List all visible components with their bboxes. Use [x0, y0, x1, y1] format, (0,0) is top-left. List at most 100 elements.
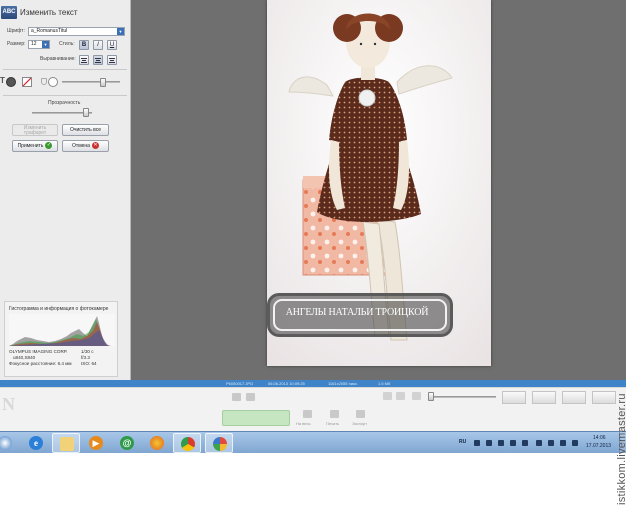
opacity-label: Прозрачность — [48, 100, 81, 106]
tray-app-icon[interactable] — [522, 440, 528, 446]
mail-agent-icon: @ — [120, 436, 134, 450]
app-logo-icon: N — [2, 394, 15, 414]
no-fill-icon[interactable] — [22, 77, 32, 87]
rotate-left-icon[interactable] — [232, 393, 241, 401]
size-select-value: 12 — [31, 41, 37, 47]
panel-header: ABC Изменить текст — [0, 4, 131, 22]
start-button[interactable] — [0, 433, 16, 453]
effect-slider-track[interactable] — [62, 81, 120, 83]
text-tool-icon: ABC — [1, 6, 17, 19]
tray-app-icon[interactable] — [572, 440, 578, 446]
export-label: Экспорт — [352, 421, 368, 426]
align-right-button[interactable] — [107, 55, 117, 65]
site-watermark: istikkom.livemaster.ru — [616, 393, 628, 505]
people-button[interactable] — [502, 391, 526, 404]
zoom-fit-icon[interactable] — [412, 392, 421, 400]
taskbar-explorer[interactable] — [52, 433, 80, 453]
text-color-letter: T — [0, 76, 5, 85]
align-center-button[interactable] — [93, 55, 103, 65]
filmstrip-icon[interactable] — [396, 392, 405, 400]
text-color-swatch[interactable] — [6, 77, 16, 87]
tray-app-icon[interactable] — [510, 440, 516, 446]
focal-length: Фокусное расстояние: 6.4 мм — [9, 361, 72, 366]
photo-gallery-icon — [213, 437, 227, 451]
apply-button[interactable]: Применить ✓ — [12, 140, 58, 152]
size-style-row: Размер: 12 ▼ Стиль: B I U — [0, 40, 131, 51]
align-label: Выравнивание: — [40, 56, 76, 62]
photo-canvas[interactable]: АНГЕЛЫ НАТАЛЬИ ТРОИЦКОЙ — [267, 0, 491, 366]
tray-app-icon[interactable] — [498, 440, 504, 446]
places-button[interactable] — [532, 391, 556, 404]
rotate-right-icon[interactable] — [246, 393, 255, 401]
font-select[interactable]: a_RomanusTitul ▼ — [28, 27, 125, 36]
save-button[interactable] — [222, 410, 290, 426]
status-filename: P6050017.JPG — [226, 381, 254, 386]
zoom-slider-track[interactable] — [428, 396, 496, 398]
chevron-down-icon: ▼ — [117, 28, 124, 35]
cancel-button[interactable]: Отмена ✕ — [62, 140, 109, 152]
histogram-graph — [9, 314, 115, 346]
taskbar-mail[interactable]: @ — [113, 433, 141, 453]
taskbar-firefox[interactable] — [143, 433, 171, 453]
print-label: Печать — [326, 421, 340, 426]
volume-icon[interactable] — [548, 440, 554, 446]
font-select-value: a_RomanusTitul — [31, 28, 68, 34]
fill-color-swatch[interactable] — [48, 77, 58, 87]
windows-taskbar: e ▶ @ RU 14:06 17.07.2013 — [0, 431, 626, 453]
fit-screen-icon[interactable] — [303, 410, 312, 418]
size-label: Размер: — [7, 41, 26, 47]
watermark-text[interactable]: АНГЕЛЫ НАТАЛЬИ ТРОИЦКОЙ — [267, 307, 447, 318]
bold-button[interactable]: B — [79, 40, 89, 50]
taskbar-photo-gallery[interactable] — [205, 433, 233, 453]
network-icon[interactable] — [536, 440, 542, 446]
taskbar-media[interactable]: ▶ — [82, 433, 110, 453]
status-filesize: 1.5 Мб — [378, 381, 391, 386]
status-bar: P6050017.JPG 06.06.2013 10:09:25 1161x20… — [0, 380, 626, 387]
chevron-down-icon: ▼ — [42, 41, 49, 48]
status-date: 06.06.2013 10:09:25 — [268, 381, 305, 386]
taskbar-chrome[interactable] — [173, 433, 201, 453]
tray-app-icon[interactable] — [486, 440, 492, 446]
media-player-icon: ▶ — [89, 436, 103, 450]
clock-date[interactable]: 17.07.2013 — [586, 443, 611, 449]
edit-stencil-button[interactable]: Изменить трафарет — [12, 124, 58, 136]
close-icon: ✕ — [91, 142, 99, 150]
apply-label: Применить — [17, 143, 44, 149]
tray-app-icon[interactable] — [560, 440, 566, 446]
style-label: Стиль: — [59, 41, 75, 47]
tray-app-icon[interactable] — [474, 440, 480, 446]
cancel-label: Отмена — [72, 143, 90, 149]
histogram-panel: Гистограмма и информация о фотокамере OL… — [4, 301, 118, 377]
divider — [3, 69, 127, 70]
status-dimensions: 1161x2055 пикс. — [328, 381, 358, 386]
bottom-toolbar: N На весь Печать Экспорт — [0, 387, 626, 431]
view-mode-icon[interactable] — [383, 392, 392, 400]
print-icon[interactable] — [330, 410, 339, 418]
effect-slider-knob[interactable] — [100, 78, 106, 87]
chrome-icon — [181, 437, 195, 451]
panel-title: Изменить текст — [20, 8, 78, 17]
fill-icon — [41, 78, 47, 85]
zoom-slider-knob[interactable] — [428, 392, 434, 401]
language-indicator[interactable]: RU — [459, 439, 466, 445]
export-icon[interactable] — [356, 410, 365, 418]
color-row: T — [0, 75, 131, 89]
taskbar-ie[interactable]: e — [22, 433, 50, 453]
folder-icon — [60, 437, 74, 451]
histogram-title: Гистограмма и информация о фотокамере — [9, 306, 109, 312]
windows-logo-icon — [0, 436, 12, 450]
italic-button[interactable]: I — [93, 40, 103, 50]
align-left-button[interactable] — [79, 55, 89, 65]
font-label: Шрифт: — [7, 28, 25, 34]
clock-time[interactable]: 14:06 — [593, 435, 606, 441]
opacity-slider-knob[interactable] — [83, 108, 90, 117]
fit-screen-label: На весь — [296, 421, 311, 426]
screen: ABC Изменить текст Шрифт: a_RomanusTitul… — [0, 0, 635, 508]
info-button[interactable] — [592, 391, 616, 404]
photo-workspace[interactable]: АНГЕЛЫ НАТАЛЬИ ТРОИЦКОЙ — [131, 0, 626, 380]
size-select[interactable]: 12 ▼ — [28, 40, 50, 49]
alignment-row: Выравнивание: — [0, 55, 131, 66]
underline-button[interactable]: U — [107, 40, 117, 50]
clear-all-button[interactable]: Очистить все — [62, 124, 109, 136]
share-button[interactable] — [562, 391, 586, 404]
